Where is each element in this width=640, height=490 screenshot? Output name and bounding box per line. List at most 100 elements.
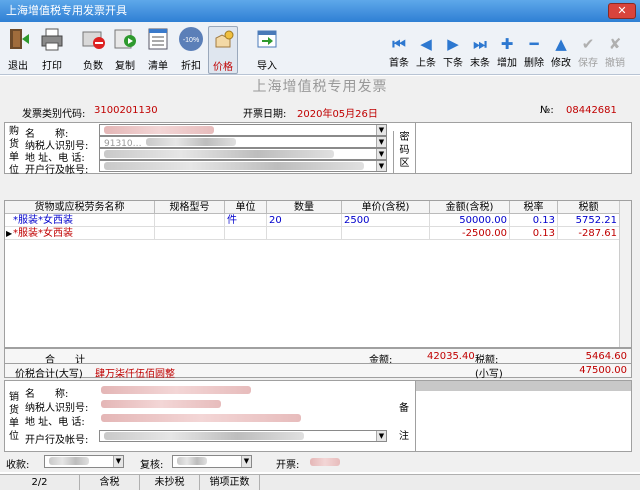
delete-row-button[interactable]: ━ 删除: [521, 36, 547, 69]
table-row-2-spec[interactable]: [155, 227, 225, 240]
status-bar: 2/2 含税 未抄税 销项正数: [0, 474, 640, 490]
redacted-text: [104, 162, 364, 170]
chevron-down-icon[interactable]: ▼: [376, 125, 386, 135]
table-row-1-unit[interactable]: 件: [225, 214, 267, 227]
chevron-down-icon[interactable]: ▼: [376, 161, 386, 171]
redacted-text: [49, 457, 89, 465]
col-header-spec[interactable]: 规格型号: [155, 201, 225, 214]
table-row-2-amount[interactable]: -2500.00: [430, 227, 510, 240]
chevron-down-icon[interactable]: ▼: [113, 456, 123, 467]
buyer-address-field[interactable]: ▼: [99, 148, 387, 160]
import-button[interactable]: 导入: [252, 26, 282, 72]
total-words-label: 价税合计(大写): [15, 369, 83, 380]
import-icon: [257, 30, 277, 48]
redacted-text: [101, 386, 251, 394]
buyer-name-field[interactable]: ▼: [99, 124, 387, 136]
table-row-2-rate[interactable]: 0.13: [510, 227, 558, 240]
negative-invoice-icon: [82, 31, 105, 49]
chevron-down-icon[interactable]: ▼: [376, 149, 386, 159]
col-header-name[interactable]: 货物或应税劳务名称: [5, 201, 155, 214]
cipher-area: [415, 123, 631, 173]
print-button[interactable]: 打印: [37, 26, 67, 72]
window-title: 上海增值税专用发票开具: [6, 4, 127, 17]
close-button[interactable]: ✕: [608, 3, 636, 19]
invoice-state: 销项正数: [200, 475, 260, 490]
discount-badge: -10%: [183, 37, 199, 44]
exit-button[interactable]: 退出: [3, 26, 33, 72]
page-indicator: 2/2: [0, 475, 80, 490]
remark-field[interactable]: [415, 381, 631, 451]
summary-section: 合 计 金额: 42035.40 税额: 5464.60 价税合计(大写) 肆万…: [4, 348, 632, 380]
table-scrollbar[interactable]: [619, 201, 631, 347]
redacted-text: [310, 458, 340, 466]
signers-row: 收款: ▼ 复核: ▼ 开票:: [4, 455, 632, 471]
next-icon: ▶: [447, 35, 459, 53]
buyer-bank-field[interactable]: ▼: [99, 160, 387, 172]
review-combo[interactable]: ▼: [172, 455, 252, 468]
plus-icon: ✚: [500, 35, 514, 53]
tax-mode: 含税: [80, 475, 140, 490]
add-row-button[interactable]: ✚ 增加: [494, 36, 520, 69]
triangle-up-icon: ▲: [555, 35, 567, 53]
discount-button[interactable]: -10% 折扣: [176, 26, 206, 72]
col-header-tax[interactable]: 税额: [558, 201, 620, 214]
table-row-1-name[interactable]: *服装*女西装: [5, 214, 155, 227]
col-header-rate[interactable]: 税率: [510, 201, 558, 214]
price-hand-icon: [215, 30, 234, 48]
drawer-label: 开票:: [276, 460, 300, 471]
table-row-2-unit[interactable]: [225, 227, 267, 240]
table-row-1-rate[interactable]: 0.13: [510, 214, 558, 227]
review-label: 复核:: [140, 460, 164, 471]
next-record-button[interactable]: ▶ 下条: [440, 36, 466, 69]
total-small-label: (小写): [475, 369, 503, 380]
copy-button[interactable]: 复制: [110, 26, 140, 72]
first-icon: ⏮: [392, 35, 406, 53]
buyer-bank-label: 开户行及帐号:: [25, 165, 89, 176]
seller-address-label: 地 址、电 话:: [25, 417, 85, 428]
negative-button[interactable]: 负数: [78, 26, 108, 72]
redacted-text: [177, 457, 207, 465]
tax-value: 5464.60: [585, 351, 627, 362]
table-row-1-price[interactable]: 2500: [342, 214, 430, 227]
invoice-no-label: №:: [540, 105, 554, 116]
total-words-value: 肆万柒仟伍佰圆整: [95, 369, 175, 380]
seller-tax-id-label: 纳税人识别号:: [25, 403, 89, 414]
undo-button[interactable]: ✘ 撤销: [602, 36, 628, 69]
table-row-1-spec[interactable]: [155, 214, 225, 227]
table-row-1-amount[interactable]: 50000.00: [430, 214, 510, 227]
printer-icon: [41, 28, 63, 51]
modify-button[interactable]: ▲ 修改: [548, 36, 574, 69]
seller-bank-field[interactable]: ▼: [99, 430, 387, 442]
invoice-no-value: 08442681: [566, 105, 617, 116]
prev-icon: ◀: [420, 35, 432, 53]
price-button[interactable]: 价格: [208, 26, 238, 74]
type-code-value: 3100201130: [94, 105, 158, 116]
prev-record-button[interactable]: ◀ 上条: [413, 36, 439, 69]
minus-icon: ━: [529, 35, 539, 53]
list-button[interactable]: 清单: [143, 26, 173, 72]
exit-icon: [10, 29, 29, 49]
payee-combo[interactable]: ▼: [44, 455, 124, 468]
first-record-button[interactable]: ⏮ 首条: [386, 36, 412, 69]
table-row-2-tax[interactable]: -287.61: [558, 227, 620, 240]
save-button[interactable]: ✔ 保存: [575, 36, 601, 69]
chevron-down-icon[interactable]: ▼: [241, 456, 251, 467]
buyer-tax-id-field[interactable]: 91310… ▼: [99, 136, 387, 148]
table-row-2-price[interactable]: [342, 227, 430, 240]
cipher-area-label: 密 码 区: [393, 131, 415, 173]
chevron-down-icon[interactable]: ▼: [376, 137, 386, 147]
window-titlebar: 上海增值税专用发票开具 ✕: [0, 0, 640, 22]
seller-section: 销 货 单 位 名 称: 纳税人识别号: 地 址、电 话: 开户行及帐号: ▼ …: [4, 380, 632, 452]
goods-table[interactable]: 货物或应税劳务名称 规格型号 单位 数量 单价(含税) 金额(含税) 税率 税额…: [4, 200, 632, 348]
col-header-price[interactable]: 单价(含税): [342, 201, 430, 214]
col-header-qty[interactable]: 数量: [267, 201, 342, 214]
last-record-button[interactable]: ⏭ 末条: [467, 36, 493, 69]
tax-state: 未抄税: [140, 475, 200, 490]
table-row-2-name[interactable]: *服装*女西装: [5, 227, 155, 240]
chevron-down-icon[interactable]: ▼: [376, 431, 386, 441]
col-header-amount[interactable]: 金额(含税): [430, 201, 510, 214]
col-header-unit[interactable]: 单位: [225, 201, 267, 214]
table-row-1-qty[interactable]: 20: [267, 214, 342, 227]
table-row-1-tax[interactable]: 5752.21: [558, 214, 620, 227]
table-row-2-qty[interactable]: [267, 227, 342, 240]
